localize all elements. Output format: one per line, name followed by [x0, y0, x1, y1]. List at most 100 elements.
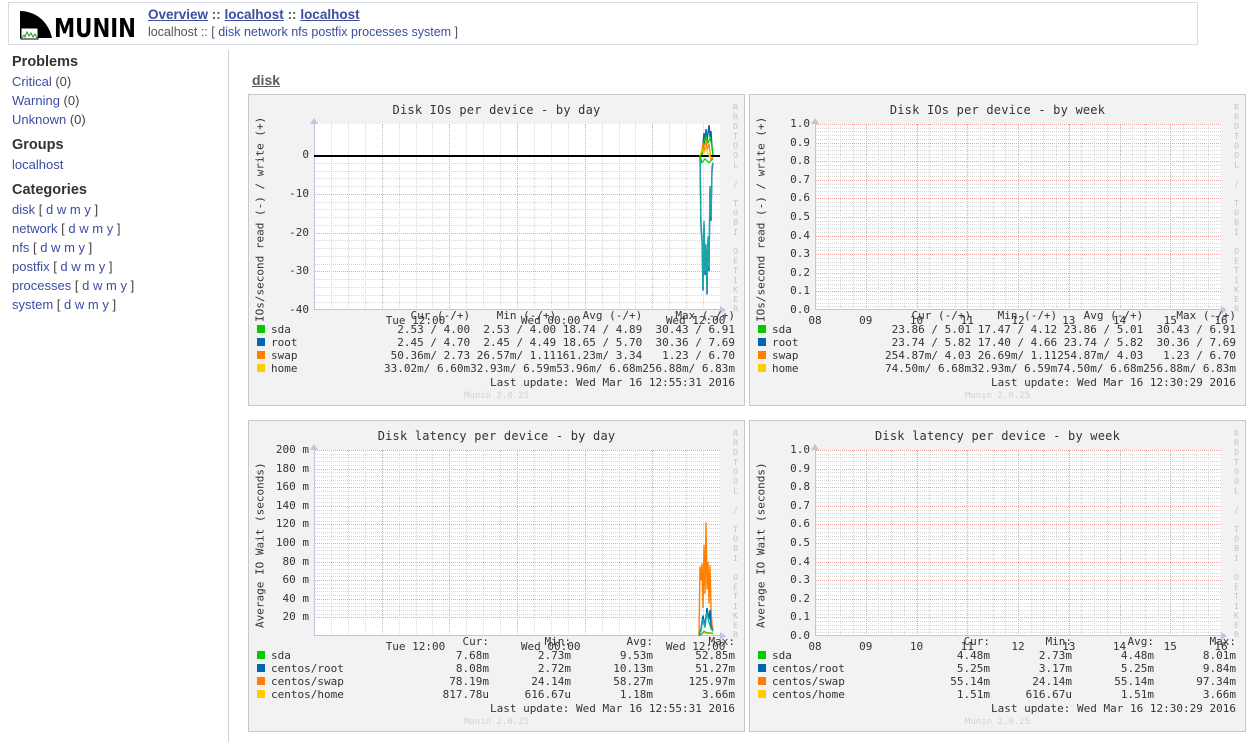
breadcrumb-overview[interactable]: Overview [148, 7, 208, 22]
vgridline-minor [1107, 450, 1109, 636]
breadcrumb-host[interactable]: localhost [300, 7, 359, 22]
y-tick-label: 0.5 [790, 536, 810, 549]
legend-value-cur: 23.86 / 5.01 [891, 323, 972, 336]
vgridline-minor [1145, 124, 1147, 310]
sidebar-link-category-system[interactable]: system [12, 297, 53, 312]
sidebar-period-processes-y[interactable]: y [120, 278, 127, 293]
graph-disk-ios-week[interactable]: Disk IOs per device - by week RRDTOOL / T… [749, 94, 1246, 406]
sidebar-period-system-d[interactable]: d [64, 297, 71, 312]
sidebar-period-processes-w[interactable]: w [93, 278, 102, 293]
bracket-close: ] [116, 221, 121, 236]
legend-series-name: swap [758, 349, 885, 362]
sidebar-period-system-y[interactable]: y [102, 297, 109, 312]
sidebar-item-category-nfs: nfs [ d w m y ] [12, 238, 228, 257]
category-heading-link[interactable]: disk [252, 72, 280, 88]
header-category-links: localhost :: [ disk network nfs postfix … [148, 24, 458, 41]
graph-disk-latency-week[interactable]: Disk latency per device - by week RRDTOOL… [749, 420, 1246, 732]
legend-header-row: Cur: Min: Avg: Max: [257, 635, 736, 649]
sidebar-link-category-nfs[interactable]: nfs [12, 240, 29, 255]
sidebar-link-category-postfix[interactable]: postfix [12, 259, 50, 274]
sidebar-period-nfs-y[interactable]: y [79, 240, 86, 255]
sidebar-period-processes-d[interactable]: d [82, 278, 89, 293]
bracket-open: [ [71, 278, 83, 293]
munin-logo[interactable]: MUNIN [18, 8, 138, 41]
legend-value-min: 26.57m/ 1.11 [476, 349, 557, 362]
legend-series-name: centos/swap [257, 675, 407, 688]
sidebar-link-warning[interactable]: Warning [12, 93, 60, 108]
sidebar-period-system-w[interactable]: w [75, 297, 84, 312]
header-category-system[interactable]: system [411, 25, 451, 39]
legend-value-max: 52.85m [695, 649, 735, 662]
sidebar-period-nfs-w[interactable]: w [51, 240, 60, 255]
sidebar-period-network-m[interactable]: m [92, 221, 103, 236]
legend-color-swatch [257, 690, 265, 698]
y-tick-label: 20 m [282, 610, 310, 624]
sidebar-period-postfix-d[interactable]: d [60, 259, 67, 274]
vgridline-minor [1043, 450, 1045, 636]
sidebar-link-category-processes[interactable]: processes [12, 278, 71, 293]
y-axis-line [815, 124, 816, 310]
graph-plot-area [314, 124, 720, 310]
sidebar-period-disk-m[interactable]: m [70, 202, 81, 217]
graph-disk-latency-day[interactable]: Disk latency per device - by day RRDTOOL … [248, 420, 745, 732]
header-category-nfs[interactable]: nfs [291, 25, 308, 39]
sidebar-period-nfs-d[interactable]: d [40, 240, 47, 255]
sidebar-count-unknown: (0) [66, 112, 86, 127]
graph-row-2: Disk latency per device - by day RRDTOOL … [248, 420, 1258, 732]
legend-color-swatch [257, 338, 265, 346]
sidebar-item-critical: Critical (0) [12, 72, 228, 91]
legend-value-cur: 254.87m/ 4.03 [885, 349, 972, 362]
graph-last-update: Last update: Wed Mar 16 12:30:29 2016 [990, 376, 1236, 389]
sidebar-link-critical[interactable]: Critical [12, 74, 52, 89]
sidebar-period-network-y[interactable]: y [107, 221, 114, 236]
sidebar-period-disk-d[interactable]: d [46, 202, 53, 217]
sidebar-section-problems: Problems Critical (0) Warning (0) Unknown … [0, 50, 228, 129]
graph-plot-area [815, 124, 1221, 310]
legend-series-name: root [758, 336, 885, 349]
legend-series-name: centos/home [758, 688, 908, 701]
sidebar-period-postfix-w[interactable]: w [71, 259, 80, 274]
legend-value-cur: 50.36m/ 2.73 [390, 349, 471, 362]
vgridline-minor [1145, 450, 1147, 636]
legend-color-swatch [257, 664, 265, 672]
sidebar-section-groups: Groups localhost [0, 129, 228, 174]
sidebar-period-network-d[interactable]: d [68, 221, 75, 236]
legend-col-header: Avg (-/+) [582, 309, 643, 322]
bracket-close: ] [94, 202, 99, 217]
header-sub-host: localhost [148, 25, 198, 39]
header-category-postfix[interactable]: postfix [311, 25, 347, 39]
sidebar-link-unknown[interactable]: Unknown [12, 112, 66, 127]
legend-value-avg: 4.48m [1120, 649, 1154, 662]
sidebar-period-disk-w[interactable]: w [57, 202, 66, 217]
sidebar-period-disk-y[interactable]: y [84, 202, 91, 217]
vgridline-minor [1094, 450, 1096, 636]
header-text-block: Overview :: localhost :: localhost local… [148, 6, 458, 41]
legend-value-min: 17.47 / 4.12 [977, 323, 1058, 336]
page-root: MUNIN Overview :: localhost :: localhost… [0, 0, 1258, 742]
sidebar-link-category-disk[interactable]: disk [12, 202, 35, 217]
sidebar-period-nfs-m[interactable]: m [64, 240, 75, 255]
breadcrumb-group[interactable]: localhost [225, 7, 284, 22]
graph-title: Disk IOs per device - by day [392, 103, 601, 117]
sidebar-period-postfix-y[interactable]: y [99, 259, 106, 274]
sidebar-period-postfix-m[interactable]: m [84, 259, 95, 274]
header-category-disk[interactable]: disk [218, 25, 240, 39]
y-tick-label: 80 m [282, 554, 310, 568]
header-category-processes[interactable]: processes [351, 25, 408, 39]
header-category-network[interactable]: network [244, 25, 288, 39]
vgridline-major [1069, 450, 1071, 636]
vgridline-minor [1158, 124, 1160, 310]
sidebar-period-system-m[interactable]: m [88, 297, 99, 312]
sidebar-link-category-network[interactable]: network [12, 221, 58, 236]
graph-disk-ios-day[interactable]: Disk IOs per device - by day RRDTOOL / TO… [248, 94, 745, 406]
vgridline-minor [828, 124, 830, 310]
legend-row: centos/root 8.08m 2.72m 10.13m 51.27m [257, 662, 735, 675]
sidebar-link-group-localhost[interactable]: localhost [12, 157, 63, 172]
sidebar-period-processes-m[interactable]: m [106, 278, 117, 293]
legend-value-cur: 74.50m/ 6.68m [885, 362, 972, 375]
sidebar-period-network-w[interactable]: w [79, 221, 88, 236]
vgridline-minor [1132, 124, 1134, 310]
vgridline-major [1120, 124, 1122, 310]
vgridline-minor [904, 450, 906, 636]
y-tick-label: -20 [289, 225, 309, 239]
